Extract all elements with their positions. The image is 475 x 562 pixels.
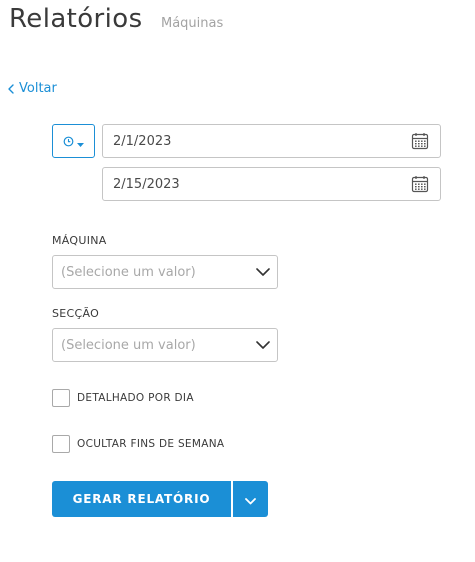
section-label: SECÇÃO bbox=[52, 307, 100, 320]
generate-report-button[interactable]: GERAR RELATÓRIO bbox=[52, 481, 231, 517]
hide-weekends-label: OCULTAR FINS DE SEMANA bbox=[77, 438, 225, 450]
end-date-value: 2/15/2023 bbox=[113, 176, 180, 192]
chevron-down-icon bbox=[255, 264, 271, 280]
machine-label: MÁQUINA bbox=[52, 234, 107, 247]
hide-weekends-option[interactable]: OCULTAR FINS DE SEMANA bbox=[52, 434, 224, 454]
generate-report-button-group: GERAR RELATÓRIO bbox=[52, 481, 268, 517]
caret-down-icon bbox=[77, 132, 84, 151]
machine-select[interactable]: (Selecione um valor) bbox=[52, 255, 278, 289]
chevron-down-icon bbox=[245, 490, 256, 509]
page-title: Relatórios bbox=[9, 4, 143, 34]
detailed-per-day-option[interactable]: DETALHADO POR DIA bbox=[52, 388, 194, 408]
chevron-left-icon bbox=[8, 83, 14, 94]
detailed-per-day-label: DETALHADO POR DIA bbox=[77, 392, 194, 404]
start-date-input[interactable]: 2/1/2023 bbox=[102, 124, 441, 158]
date-mode-button[interactable] bbox=[52, 124, 95, 158]
calendar-icon[interactable] bbox=[410, 174, 430, 194]
start-date-value: 2/1/2023 bbox=[113, 133, 172, 149]
chevron-down-icon bbox=[255, 337, 271, 353]
page-subtitle: Máquinas bbox=[161, 16, 224, 31]
generate-report-options-button[interactable] bbox=[233, 481, 268, 517]
calendar-icon[interactable] bbox=[410, 131, 430, 151]
clock-icon bbox=[63, 132, 74, 151]
machine-select-placeholder: (Selecione um valor) bbox=[61, 264, 196, 280]
section-select-placeholder: (Selecione um valor) bbox=[61, 337, 196, 353]
section-select[interactable]: (Selecione um valor) bbox=[52, 328, 278, 362]
end-date-input[interactable]: 2/15/2023 bbox=[102, 167, 441, 201]
detailed-per-day-checkbox[interactable] bbox=[52, 389, 70, 407]
back-link[interactable]: Voltar bbox=[8, 81, 57, 96]
hide-weekends-checkbox[interactable] bbox=[52, 435, 70, 453]
back-link-label: Voltar bbox=[19, 81, 57, 96]
